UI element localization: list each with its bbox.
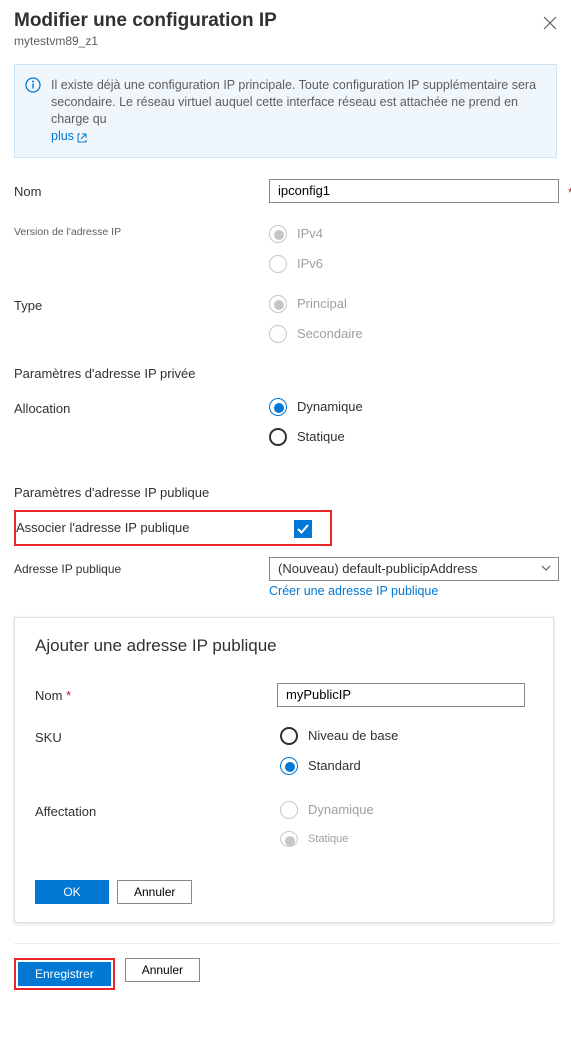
- radio-icon: [280, 757, 298, 775]
- radio-principal: Principal: [269, 295, 563, 313]
- allocation-label: Allocation: [14, 396, 269, 416]
- radio-icon: [269, 225, 287, 243]
- radio-allocation-dynamic[interactable]: Dynamique: [269, 398, 563, 416]
- save-button[interactable]: Enregistrer: [18, 962, 111, 986]
- radio-secondaire: Secondaire: [269, 325, 563, 343]
- panel-name-label: Nom: [35, 683, 277, 703]
- create-public-ip-link[interactable]: Créer une adresse IP publique: [269, 584, 438, 598]
- subtitle: mytestvm89_z1: [14, 34, 571, 48]
- radio-icon: [269, 398, 287, 416]
- radio-ipv4: IPv4: [269, 225, 563, 243]
- info-callout: Il existe déjà une configuration IP prin…: [14, 64, 557, 158]
- radio-assignment-dynamic: Dynamique: [280, 801, 525, 819]
- radio-icon: [269, 428, 287, 446]
- info-text: Il existe déjà une configuration IP prin…: [51, 78, 536, 126]
- radio-sku-basic[interactable]: Niveau de base: [280, 727, 525, 745]
- external-link-icon: [77, 131, 87, 141]
- divider: [14, 943, 559, 944]
- private-ip-header: Paramètres d'adresse IP privée: [14, 366, 571, 381]
- radio-icon: [269, 255, 287, 273]
- radio-assignment-static: Statique: [280, 831, 525, 847]
- associate-label: Associer l'adresse IP publique: [16, 518, 294, 535]
- radio-icon: [269, 295, 287, 313]
- radio-ipv6: IPv6: [269, 255, 563, 273]
- save-highlight: Enregistrer: [14, 958, 115, 990]
- info-more-link[interactable]: plus: [51, 129, 74, 143]
- panel-ok-button[interactable]: OK: [35, 880, 109, 904]
- radio-allocation-static[interactable]: Statique: [269, 428, 563, 446]
- radio-static-label: Statique: [297, 429, 345, 444]
- panel-cancel-button[interactable]: Annuler: [117, 880, 192, 904]
- close-icon[interactable]: [543, 16, 557, 30]
- radio-assign-dyn-label: Dynamique: [308, 802, 374, 817]
- radio-assign-stat-label: Statique: [308, 833, 348, 845]
- assignment-label: Affectation: [35, 799, 280, 819]
- associate-checkbox[interactable]: [294, 520, 312, 538]
- page-title: Modifier une configuration IP: [14, 10, 543, 32]
- name-input[interactable]: [269, 179, 559, 203]
- radio-secondaire-label: Secondaire: [297, 326, 363, 341]
- radio-icon: [280, 831, 298, 847]
- type-label: Type: [14, 293, 269, 313]
- sku-label: SKU: [35, 725, 280, 745]
- radio-sku-standard[interactable]: Standard: [280, 757, 525, 775]
- public-address-label: Adresse IP publique: [14, 557, 269, 576]
- cancel-button[interactable]: Annuler: [125, 958, 200, 982]
- panel-title: Ajouter une adresse IP publique: [35, 636, 533, 656]
- radio-icon: [280, 801, 298, 819]
- radio-icon: [280, 727, 298, 745]
- radio-ipv6-label: IPv6: [297, 256, 323, 271]
- radio-ipv4-label: IPv4: [297, 226, 323, 241]
- associate-highlight: Associer l'adresse IP publique: [14, 510, 332, 546]
- ip-version-label: Version de l'adresse IP: [14, 223, 269, 238]
- create-public-ip-panel: Ajouter une adresse IP publique Nom SKU …: [14, 617, 554, 923]
- chevron-down-icon: [540, 562, 552, 574]
- name-label: Nom: [14, 179, 269, 199]
- public-address-dropdown[interactable]: (Nouveau) default-publicipAddress: [269, 557, 559, 581]
- dropdown-selected: (Nouveau) default-publicipAddress: [278, 561, 477, 576]
- panel-name-input[interactable]: [277, 683, 525, 707]
- public-ip-header: Paramètres d'adresse IP publique: [14, 485, 571, 500]
- radio-standard-label: Standard: [308, 758, 361, 773]
- radio-principal-label: Principal: [297, 296, 347, 311]
- radio-basic-label: Niveau de base: [308, 728, 398, 743]
- radio-dynamic-label: Dynamique: [297, 399, 363, 414]
- info-icon: [25, 77, 41, 145]
- radio-icon: [269, 325, 287, 343]
